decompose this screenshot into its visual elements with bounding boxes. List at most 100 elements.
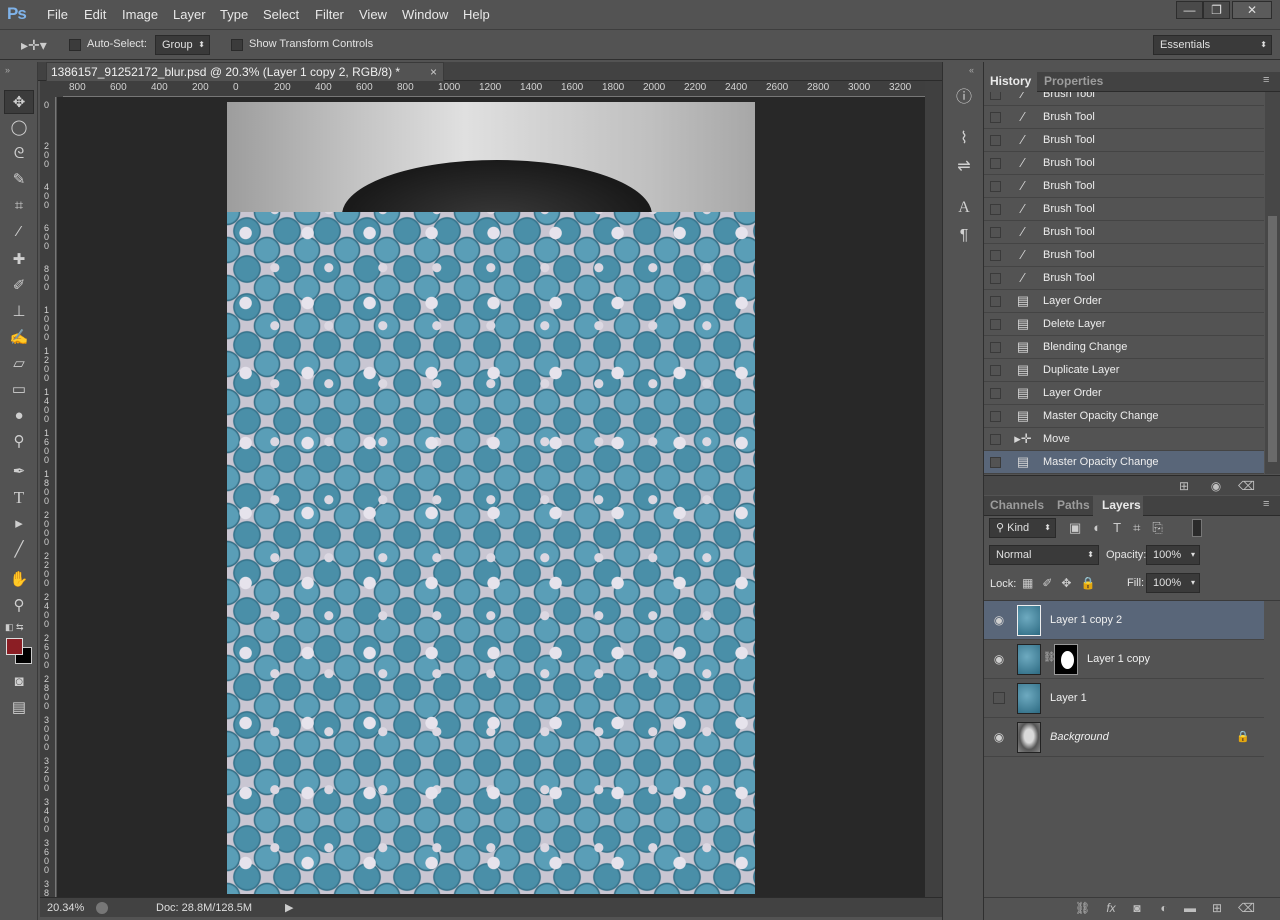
close-button[interactable]: ✕ bbox=[1232, 1, 1272, 19]
filter-toggle[interactable] bbox=[1192, 519, 1202, 537]
ruler-origin[interactable] bbox=[40, 81, 63, 97]
menu-image[interactable]: Image bbox=[122, 7, 158, 22]
history-item[interactable]: ⁄ Brush Tool bbox=[984, 198, 1264, 221]
quick-mask-icon[interactable]: ◙ bbox=[4, 670, 34, 694]
tab-channels[interactable]: Channels bbox=[990, 498, 1044, 512]
history-item[interactable]: ▤ Master Opacity Change bbox=[984, 451, 1264, 474]
character-icon[interactable]: A bbox=[953, 197, 975, 219]
menu-type[interactable]: Type bbox=[220, 7, 248, 22]
blend-mode-dropdown[interactable]: Normal ⬍ bbox=[989, 545, 1099, 565]
layer-row-background[interactable]: ◉ Background 🔒 bbox=[984, 718, 1264, 757]
collapse-icon[interactable]: « bbox=[969, 65, 974, 75]
history-snapshot-checkbox[interactable] bbox=[990, 112, 1001, 123]
gradient-tool-icon[interactable]: ▭ bbox=[4, 378, 34, 402]
eye-icon[interactable]: ◉ bbox=[992, 653, 1006, 665]
history-item[interactable]: ▤ Master Opacity Change bbox=[984, 405, 1264, 428]
history-snapshot-checkbox[interactable] bbox=[990, 411, 1001, 422]
collapse-icon[interactable]: » bbox=[5, 65, 10, 75]
history-snapshot-checkbox[interactable] bbox=[990, 158, 1001, 169]
horizontal-ruler[interactable]: 800 600 400 200 0 200 400 600 800 1000 1200 1400 160… bbox=[63, 81, 925, 97]
adjustment-layer-icon[interactable]: ◐ bbox=[1157, 901, 1171, 915]
tab-properties[interactable]: Properties bbox=[1044, 74, 1103, 88]
filter-icons[interactable]: ▣◐T⌗⎘ bbox=[1069, 520, 1175, 536]
eraser-tool-icon[interactable]: ▱ bbox=[4, 352, 34, 376]
menu-layer[interactable]: Layer bbox=[173, 7, 206, 22]
history-item[interactable]: ⁄ Brush Tool bbox=[984, 267, 1264, 290]
history-item[interactable]: ⁄ Brush Tool bbox=[984, 175, 1264, 198]
eyedropper-tool-icon[interactable]: ⁄ bbox=[4, 220, 34, 244]
history-item[interactable]: ▸✛ Move bbox=[984, 428, 1264, 451]
history-item[interactable]: ▤ Delete Layer bbox=[984, 313, 1264, 336]
history-item[interactable]: ⁄ Brush Tool bbox=[984, 129, 1264, 152]
tab-paths[interactable]: Paths bbox=[1057, 498, 1090, 512]
canvas-scrollbar[interactable] bbox=[925, 81, 942, 897]
marquee-tool-icon[interactable]: ◯ bbox=[4, 116, 34, 140]
clone-stamp-tool-icon[interactable]: ⊥ bbox=[4, 300, 34, 324]
opacity-field[interactable]: 100% ▾ bbox=[1146, 545, 1200, 565]
path-selection-tool-icon[interactable]: ▸ bbox=[4, 512, 34, 536]
history-item[interactable]: ⁄ Brush Tool bbox=[984, 152, 1264, 175]
vertical-ruler[interactable]: 0 2 0 0 4 0 0 6 0 0 8 0 0 1 0 0 0 1 2 0 0 1 4 0… bbox=[40, 97, 56, 898]
history-item[interactable]: ⁄ Brush Tool bbox=[984, 92, 1264, 106]
move-tool-preset-icon[interactable]: ▸✛▾ bbox=[21, 37, 47, 54]
zoom-level[interactable]: 20.34% bbox=[47, 902, 84, 914]
pen-tool-icon[interactable]: ✒ bbox=[4, 460, 34, 484]
hand-tool-icon[interactable]: ✋ bbox=[4, 568, 34, 592]
menu-select[interactable]: Select bbox=[263, 7, 299, 22]
history-item[interactable]: ⁄ Brush Tool bbox=[984, 244, 1264, 267]
minimize-button[interactable]: — bbox=[1176, 1, 1203, 19]
history-snapshot-checkbox[interactable] bbox=[990, 434, 1001, 445]
menu-help[interactable]: Help bbox=[463, 7, 490, 22]
history-item[interactable]: ⁄ Brush Tool bbox=[984, 221, 1264, 244]
layer-row-layer-1-copy[interactable]: ◉ ⛓ Layer 1 copy bbox=[984, 640, 1264, 679]
history-item[interactable]: ▤ Layer Order bbox=[984, 290, 1264, 313]
menu-window[interactable]: Window bbox=[402, 7, 448, 22]
menu-file[interactable]: File bbox=[47, 7, 68, 22]
lock-icons[interactable]: ▦✐✥🔒 bbox=[1022, 576, 1104, 590]
panel-menu-icon[interactable]: ≡ bbox=[1263, 74, 1269, 86]
history-brush-tool-icon[interactable]: ✍ bbox=[4, 326, 34, 350]
workspace-dropdown[interactable]: Essentials ⬍ bbox=[1153, 35, 1272, 55]
paragraph-icon[interactable]: ¶ bbox=[953, 225, 975, 247]
dodge-tool-icon[interactable]: ⚲ bbox=[4, 430, 34, 454]
blur-tool-icon[interactable]: ● bbox=[4, 404, 34, 428]
status-icon[interactable] bbox=[96, 902, 108, 914]
tab-history[interactable]: History bbox=[990, 74, 1031, 88]
fx-icon[interactable]: fx bbox=[1104, 901, 1118, 915]
trash-icon[interactable]: ⌫ bbox=[1238, 479, 1255, 493]
close-tab-icon[interactable]: × bbox=[430, 63, 437, 81]
history-snapshot-checkbox[interactable] bbox=[990, 135, 1001, 146]
history-snapshot-checkbox[interactable] bbox=[990, 319, 1001, 330]
scroll-thumb[interactable] bbox=[1268, 216, 1277, 462]
layer-row-layer-1-copy-2[interactable]: ◉ Layer 1 copy 2 bbox=[984, 601, 1264, 640]
new-group-icon[interactable]: ▬ bbox=[1183, 901, 1197, 915]
move-tool-icon[interactable]: ✥ bbox=[4, 90, 34, 114]
restore-button[interactable]: ❐ bbox=[1203, 1, 1230, 19]
brush-preset-icon[interactable]: ⌇ bbox=[953, 128, 975, 150]
eye-icon[interactable]: ◉ bbox=[992, 731, 1006, 743]
history-snapshot-checkbox[interactable] bbox=[990, 457, 1001, 468]
history-snapshot-checkbox[interactable] bbox=[990, 227, 1001, 238]
history-snapshot-checkbox[interactable] bbox=[990, 365, 1001, 376]
menu-edit[interactable]: Edit bbox=[84, 7, 106, 22]
history-snapshot-checkbox[interactable] bbox=[990, 273, 1001, 284]
auto-select-checkbox[interactable] bbox=[69, 39, 81, 51]
layer-row-layer-1[interactable]: Layer 1 bbox=[984, 679, 1264, 718]
zoom-tool-icon[interactable]: ⚲ bbox=[4, 594, 34, 618]
history-snapshot-checkbox[interactable] bbox=[990, 204, 1001, 215]
foreground-color-swatch-top[interactable] bbox=[6, 638, 23, 655]
info-icon[interactable]: ⓘ bbox=[953, 87, 975, 109]
brush-tool-icon[interactable]: ✐ bbox=[4, 274, 34, 298]
type-tool-icon[interactable]: T bbox=[4, 486, 34, 510]
transform-controls-checkbox[interactable] bbox=[231, 39, 243, 51]
tab-layers[interactable]: Layers bbox=[1102, 498, 1141, 512]
history-item[interactable]: ▤ Layer Order bbox=[984, 382, 1264, 405]
new-layer-icon[interactable]: ⊞ bbox=[1210, 901, 1224, 915]
history-snapshot-checkbox[interactable] bbox=[990, 296, 1001, 307]
healing-brush-tool-icon[interactable]: ✚ bbox=[4, 248, 34, 272]
lock-icon[interactable]: 🔒 bbox=[1236, 730, 1250, 743]
new-document-icon[interactable]: ⊞ bbox=[1177, 479, 1191, 493]
visibility-box[interactable] bbox=[993, 692, 1005, 704]
document-tab[interactable]: 1386157_91252172_blur.psd @ 20.3% (Layer… bbox=[46, 62, 444, 81]
quick-select-tool-icon[interactable]: ✎ bbox=[4, 168, 34, 192]
